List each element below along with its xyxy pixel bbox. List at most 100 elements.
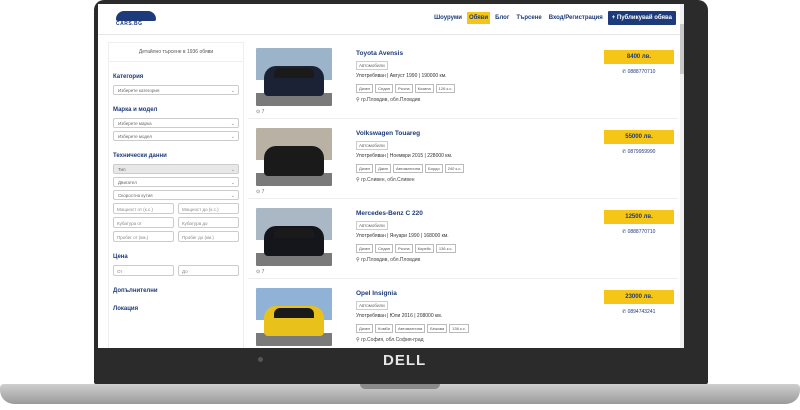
listing-tags: Дизел Седан Ръчна Козина 126 к.с.: [356, 84, 456, 93]
power-range: Мощност от (к.с.) Мощност до (к.с.): [113, 203, 239, 214]
listing-title[interactable]: Opel Insignia: [356, 290, 397, 297]
listing-tag: Седан: [375, 84, 393, 93]
price-title: Цена: [113, 254, 128, 260]
listing-photo[interactable]: [256, 48, 332, 106]
listing-category: Автомобили: [356, 301, 388, 310]
chevron-down-icon: ⌄: [230, 180, 235, 186]
listing-location-text: гр.Пловдив, обл.Пловдив: [361, 257, 421, 263]
listing-phone-number: 0894743241: [627, 309, 656, 315]
listing-card[interactable]: ⊙ 7 Mercedes-Benz C 220 Автомобили Употр…: [248, 202, 678, 279]
listing-phone[interactable]: ✆ 0894743241: [622, 309, 655, 315]
category-title: Категория: [113, 74, 144, 80]
price-from-input[interactable]: От: [113, 265, 174, 276]
chevron-down-icon: ⌄: [230, 88, 235, 94]
listing-tag: Дизел: [356, 324, 374, 333]
listing-tags: Дизел Джип Автоматична Бордо 240 к.с.: [356, 164, 465, 173]
listing-category: Автомобили: [356, 61, 388, 70]
listing-price: 12500 лв.: [604, 210, 674, 224]
gearbox-select[interactable]: Скоростна кутия ⌄: [113, 190, 239, 200]
listing-tag: 240 к.с.: [444, 164, 465, 173]
laptop-brand-logo: DELL: [383, 352, 427, 369]
listing-tag: Дизел: [356, 84, 374, 93]
engine-select-value: Двигател: [118, 180, 137, 185]
model-select-value: Изберете модел: [118, 134, 152, 139]
search-sidebar: Детайлно търсене в 1936 обяви Категория …: [108, 42, 244, 348]
listing-tag: Бежова: [427, 324, 448, 333]
listing-phone[interactable]: ✆ 0888770710: [622, 69, 655, 75]
scrollbar-thumb[interactable]: [680, 24, 684, 74]
listing-title[interactable]: Toyota Avensis: [356, 50, 403, 57]
page-scrollbar[interactable]: [680, 4, 684, 348]
publish-ad-button[interactable]: + Публикувай обява: [607, 11, 676, 25]
extras-title[interactable]: Допълнителни: [113, 288, 243, 294]
listing-tag: 136 к.с.: [435, 244, 456, 253]
listing-card[interactable]: ⊙ 7 Volkswagen Touareg Автомобили Употре…: [248, 122, 678, 199]
listing-location: ⚲ гр.София, обл.София-град: [356, 337, 424, 343]
listing-phone-number: 0879959990: [627, 149, 656, 155]
listing-tag: Комби: [375, 324, 393, 333]
listing-tag: Бордо: [425, 164, 443, 173]
power-to-input[interactable]: Мощност до (к.с.): [178, 203, 239, 214]
listing-phone[interactable]: ✆ 0879959990: [622, 149, 655, 155]
make-select[interactable]: Изберете марка ⌄: [113, 118, 239, 128]
model-select[interactable]: Изберете модел ⌄: [113, 131, 239, 141]
chevron-down-icon: ⌄: [230, 167, 235, 173]
category-select[interactable]: Изберете категория ⌄: [113, 85, 239, 95]
site-logo[interactable]: CARS.BG: [116, 11, 156, 27]
location-title[interactable]: Локация: [113, 306, 243, 312]
photo-count-value: 7: [261, 189, 265, 195]
listing-category: Автомобили: [356, 141, 388, 150]
power-from-input[interactable]: Мощност от (к.с.): [113, 203, 174, 214]
listing-price: 8400 лв.: [604, 50, 674, 64]
cc-to-input[interactable]: Кубатура до: [178, 217, 239, 228]
search-heading: Детайлно търсене в 1936 обяви: [138, 49, 214, 55]
photo-count-value: 7: [261, 109, 265, 115]
listing-location-text: гр.Пловдив, обл.Пловдив: [361, 97, 421, 103]
listing-description: Употребяван | Януари 1990 | 168000 км.: [356, 233, 449, 239]
logo-text: CARS.BG: [116, 21, 143, 27]
listing-phone-number: 0888770710: [627, 69, 656, 75]
listing-phone[interactable]: ✆ 0888770710: [622, 229, 655, 235]
nav-item-2[interactable]: Блог: [493, 12, 511, 24]
listing-title[interactable]: Volkswagen Touareg: [356, 130, 420, 137]
price-to-input[interactable]: До: [178, 265, 239, 276]
type-select[interactable]: Тип ⌄: [113, 164, 239, 174]
listing-card[interactable]: ⊙ Opel Insignia Автомобили Употребяван |…: [248, 282, 678, 348]
make-model-title: Марка и модел: [113, 107, 158, 113]
listing-tag: Дизел: [356, 244, 374, 253]
nav-item-3[interactable]: Търсене: [514, 12, 543, 24]
listing-tag: Автоматична: [392, 164, 424, 173]
listing-tag: Корейс: [414, 244, 434, 253]
listing-location: ⚲ гр.Сливен, обл.Сливен: [356, 177, 415, 183]
listing-description: Употребяван | Август 1990 | 190000 км.: [356, 73, 447, 79]
listing-tag: 136 к.с.: [449, 324, 469, 333]
nav-item-0[interactable]: Шоуруми: [432, 12, 464, 24]
listing-photo[interactable]: [256, 208, 332, 266]
listing-price: 55000 лв.: [604, 130, 674, 144]
mileage-from-input[interactable]: Пробег от (км.): [113, 231, 174, 242]
car-windshield: [274, 148, 314, 158]
listing-tag: Автоматична: [394, 324, 426, 333]
car-windshield: [274, 308, 314, 318]
listing-location: ⚲ гр.Пловдив, обл.Пловдив: [356, 97, 421, 103]
listing-card[interactable]: ⊙ 7 Toyota Avensis Автомобили Употребява…: [248, 42, 678, 119]
listing-tag: Седан: [375, 244, 393, 253]
type-select-value: Тип: [118, 167, 126, 172]
listing-photo[interactable]: [256, 288, 332, 346]
listing-photo[interactable]: [256, 128, 332, 186]
engine-select[interactable]: Двигател ⌄: [113, 177, 239, 187]
listing-location-text: гр.София, обл.София-град: [361, 337, 424, 343]
listing-tag: Ръчна: [394, 84, 413, 93]
nav-item-1[interactable]: Обяви: [466, 12, 491, 24]
webcam-icon: [258, 357, 263, 362]
category-select-value: Изберете категория: [118, 88, 160, 93]
cc-from-input[interactable]: Кубатура от: [113, 217, 174, 228]
listing-tag: Джип: [375, 164, 391, 173]
site-header: CARS.BG Шоуруми Обяви Блог Търсене Вход/Реги…: [98, 4, 684, 35]
listing-description: Употребяван | Юли 2016 | 208000 км.: [356, 313, 443, 319]
listing-location-text: гр.Сливен, обл.Сливен: [361, 177, 415, 183]
listing-title[interactable]: Mercedes-Benz C 220: [356, 210, 423, 217]
mileage-to-input[interactable]: Пробег до (км.): [178, 231, 239, 242]
nav-item-4[interactable]: Вход/Регистрация: [547, 12, 605, 24]
gearbox-select-value: Скоростна кутия: [118, 193, 153, 198]
